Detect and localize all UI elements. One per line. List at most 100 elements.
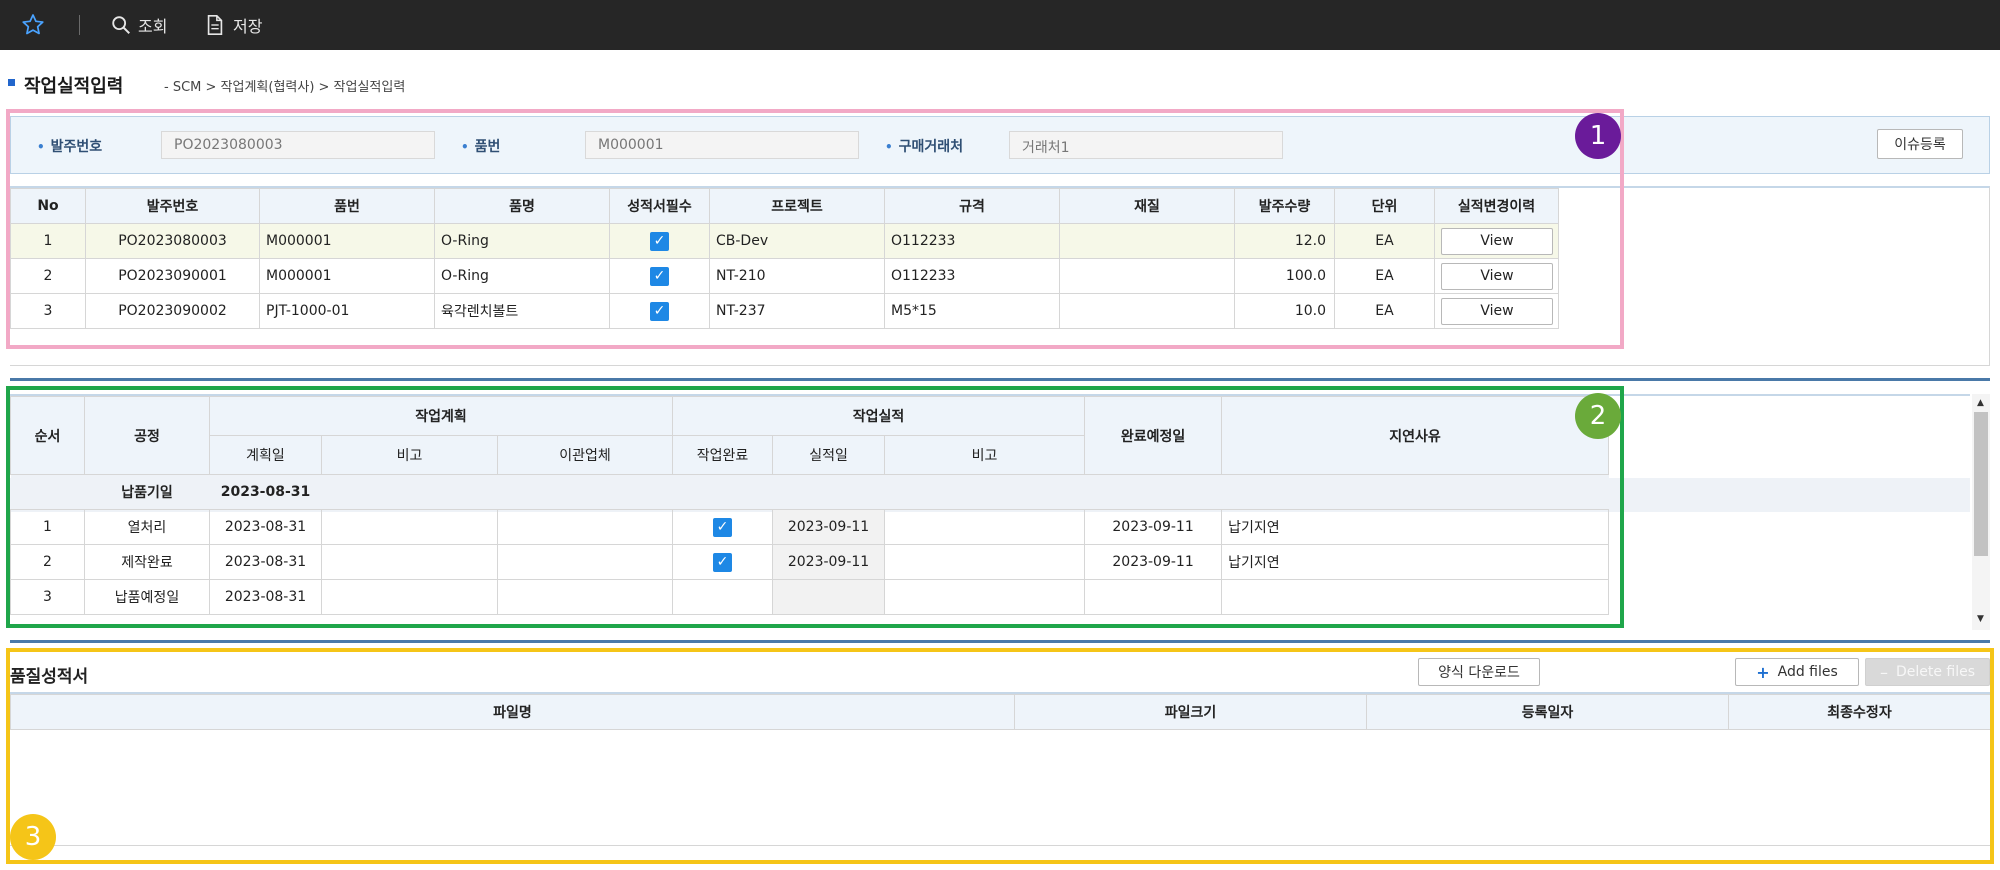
annotation-badge-2: 2: [1575, 393, 1621, 439]
annotation-badge-1: 1: [1575, 113, 1621, 159]
row-done[interactable]: [672, 579, 774, 615]
row-transfer[interactable]: [496, 544, 674, 580]
col-header: 파일명: [10, 694, 1015, 730]
row-cert[interactable]: ✓: [609, 223, 710, 259]
col-header: 품번: [259, 188, 435, 224]
toolbar-divider: [79, 15, 80, 35]
checkbox-checked-icon[interactable]: ✓: [713, 552, 733, 572]
row-plan-note[interactable]: [321, 509, 498, 545]
col-header: 발주번호: [85, 188, 260, 224]
row-po: PO2023080003: [85, 223, 260, 259]
row-delay[interactable]: 납기지연: [1221, 509, 1610, 545]
add-files-button[interactable]: + Add files: [1735, 658, 1859, 686]
row-expected: 2023-09-11: [1084, 544, 1223, 580]
col-header: 발주수량: [1234, 188, 1335, 224]
vertical-scrollbar[interactable]: ▲ ▼: [1972, 394, 1990, 630]
title-bullet-icon: [8, 79, 15, 86]
row-no: 2: [10, 258, 86, 294]
vendor-label: • 구매거래처: [885, 139, 964, 155]
view-history-button[interactable]: View: [1441, 297, 1553, 325]
view-history-button[interactable]: View: [1441, 227, 1553, 255]
col-header: 파일크기: [1014, 694, 1367, 730]
row-history: View: [1434, 293, 1559, 329]
row-seq: 3: [10, 579, 85, 615]
save-button[interactable]: 저장: [205, 0, 262, 50]
row-transfer[interactable]: [496, 579, 674, 615]
col-header: 비고: [321, 435, 498, 475]
col-header: No: [10, 188, 86, 224]
process-grid: 순서 공정 작업계획 작업실적 완료예정일 지연사유 계획일 비고 이관업체 작…: [10, 394, 1970, 624]
col-group-header: 작업계획: [208, 396, 674, 436]
table-row[interactable]: 1 열처리 2023-08-31 ✓ 2023-09-11 2023-09-11…: [10, 509, 1610, 545]
row-material: [1059, 223, 1235, 259]
row-done[interactable]: ✓: [672, 509, 774, 545]
view-history-button[interactable]: View: [1441, 262, 1553, 290]
row-plan-note[interactable]: [321, 579, 498, 615]
row-delay[interactable]: 납기지연: [1221, 544, 1610, 580]
row-seq: 2: [10, 544, 85, 580]
row-no: 3: [10, 293, 86, 329]
col-header: 최종수정자: [1728, 694, 1991, 730]
scroll-down-arrow-icon[interactable]: ▼: [1977, 614, 1984, 624]
row-done[interactable]: ✓: [672, 544, 774, 580]
checkbox-checked-icon[interactable]: ✓: [650, 231, 669, 251]
row-transfer[interactable]: [496, 509, 674, 545]
po-number-field[interactable]: PO2023080003: [161, 131, 435, 159]
plus-icon: +: [1756, 662, 1770, 682]
template-download-button[interactable]: 양식 다운로드: [1418, 658, 1540, 686]
section-divider: [10, 640, 1990, 643]
group-date: 2023-08-31: [220, 484, 311, 500]
row-result-note[interactable]: [884, 579, 1086, 615]
row-result-note[interactable]: [884, 509, 1086, 545]
orders-table: No 발주번호 품번 품명 성적서필수 프로젝트 규격 재질 발주수량 단위 실…: [10, 188, 1559, 329]
row-result-date: 2023-09-11: [772, 544, 886, 580]
checkbox-checked-icon[interactable]: ✓: [650, 266, 669, 286]
row-result-note[interactable]: [884, 544, 1086, 580]
row-delay[interactable]: [1221, 579, 1610, 615]
row-name: O-Ring: [434, 223, 610, 259]
row-cert[interactable]: ✓: [609, 258, 710, 294]
row-proc: 제작완료: [84, 544, 210, 580]
col-header: 실적변경이력: [1434, 188, 1559, 224]
row-expected: [1084, 579, 1223, 615]
row-plan-date: 2023-08-31: [209, 509, 322, 545]
row-cert[interactable]: ✓: [609, 293, 710, 329]
file-table: 파일명 파일크기 등록일자 최종수정자: [10, 694, 1991, 730]
table-row[interactable]: 1 PO2023080003 M000001 O-Ring ✓ CB-Dev O…: [10, 223, 1559, 259]
col-header: 단위: [1334, 188, 1435, 224]
row-po: PO2023090002: [85, 293, 260, 329]
process-header-row: 순서 공정 작업계획 작업실적 완료예정일 지연사유: [10, 396, 1610, 475]
save-button-label: 저장: [233, 17, 263, 36]
group-row: 납품기일 2023-08-31: [10, 474, 1609, 510]
vendor-field[interactable]: 거래처1: [1009, 131, 1283, 159]
table-row[interactable]: 3 PO2023090002 PJT-1000-01 육각렌치볼트 ✓ NT-2…: [10, 293, 1559, 329]
row-plan-note[interactable]: [321, 544, 498, 580]
scrollbar-thumb[interactable]: [1974, 412, 1988, 556]
search-button[interactable]: 조회: [110, 0, 167, 50]
favorite-star-icon[interactable]: [20, 0, 46, 50]
row-spec: M5*15: [884, 293, 1060, 329]
issue-register-button[interactable]: 이슈등록: [1877, 129, 1963, 159]
table-row[interactable]: 3 납품예정일 2023-08-31: [10, 579, 1610, 615]
row-unit: EA: [1334, 293, 1435, 329]
row-history: View: [1434, 258, 1559, 294]
delete-files-button[interactable]: – Delete files: [1865, 658, 1990, 686]
add-files-label: Add files: [1777, 664, 1838, 680]
col-header: 순서: [10, 396, 85, 475]
row-plan-date: 2023-08-31: [209, 544, 322, 580]
col-header: 등록일자: [1366, 694, 1729, 730]
row-spec: O112233: [884, 223, 1060, 259]
row-spec: O112233: [884, 258, 1060, 294]
row-material: [1059, 293, 1235, 329]
table-row[interactable]: 2 제작완료 2023-08-31 ✓ 2023-09-11 2023-09-1…: [10, 544, 1610, 580]
scroll-up-arrow-icon[interactable]: ▲: [1977, 398, 1984, 408]
minus-icon: –: [1879, 662, 1888, 682]
row-result-date: 2023-09-11: [772, 509, 886, 545]
checkbox-checked-icon[interactable]: ✓: [713, 517, 733, 537]
file-header-row: 파일명 파일크기 등록일자 최종수정자: [10, 694, 1991, 730]
table-row[interactable]: 2 PO2023090001 M000001 O-Ring ✓ NT-210 O…: [10, 258, 1559, 294]
checkbox-checked-icon[interactable]: ✓: [650, 301, 669, 321]
delete-files-label: Delete files: [1895, 664, 1976, 680]
part-number-field[interactable]: M000001: [585, 131, 859, 159]
row-po: PO2023090001: [85, 258, 260, 294]
